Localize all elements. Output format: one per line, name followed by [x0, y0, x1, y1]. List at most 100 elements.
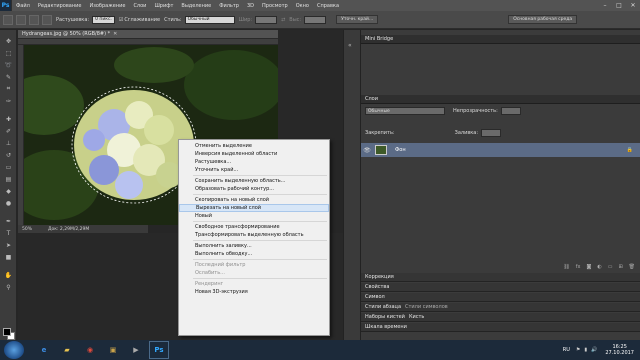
context-menu-item[interactable]: Свободное трансформирование	[179, 223, 329, 231]
swap-icon[interactable]: ⇄	[281, 17, 285, 23]
layer-background[interactable]: 👁 Фон 🔒	[361, 143, 640, 157]
tab-paragraph-styles[interactable]: Стили абзаца Стили символов	[361, 303, 640, 312]
menu-filter[interactable]: Фильтр	[215, 3, 243, 9]
media-icon[interactable]: ▶	[126, 341, 146, 359]
zoom-tool-icon[interactable]: ⚲	[3, 282, 14, 292]
start-button[interactable]	[4, 341, 24, 359]
context-menu-item[interactable]: Отменить выделение	[179, 142, 329, 150]
menu-select[interactable]: Выделение	[177, 3, 215, 9]
hand-tool-icon[interactable]: ✋	[3, 270, 14, 280]
minimize-icon[interactable]: –	[598, 0, 612, 11]
context-menu-item[interactable]: Инверсия выделенной области	[179, 150, 329, 158]
eraser-tool-icon[interactable]: ▭	[3, 162, 14, 172]
close-tab-icon[interactable]: ✕	[110, 31, 117, 37]
add-selection-icon[interactable]	[29, 14, 39, 25]
close-icon[interactable]: ✕	[626, 0, 640, 11]
new-selection-icon[interactable]	[16, 14, 26, 25]
eyedropper-tool-icon[interactable]: ✑	[3, 96, 14, 106]
menu-help[interactable]: Справка	[313, 3, 343, 9]
fill-input[interactable]	[481, 129, 502, 137]
blend-mode-select[interactable]: Обычные	[365, 107, 445, 115]
adjustment-icon[interactable]: ◐	[597, 264, 601, 270]
link-layers-icon[interactable]: ⛓	[563, 264, 569, 270]
context-menu-item[interactable]: Вырезать на новый слой	[179, 204, 329, 212]
antialias-checkbox[interactable]: ☑	[119, 17, 123, 23]
type-tool-icon[interactable]: T	[3, 228, 14, 238]
brush-tool-icon[interactable]: ✐	[3, 126, 14, 136]
context-menu-item[interactable]: Новая 3D-экструзия	[179, 288, 329, 296]
flag-icon[interactable]: ⚑	[576, 347, 580, 353]
stamp-tool-icon[interactable]: ⊥	[3, 138, 14, 148]
context-menu-item[interactable]: Сохранить выделенную область...	[179, 177, 329, 185]
shape-tool-icon[interactable]: ■	[3, 252, 14, 262]
context-menu-item[interactable]: Уточнить край...	[179, 166, 329, 174]
tab-adjustments[interactable]: Коррекция	[361, 273, 640, 282]
quick-select-tool-icon[interactable]: ✎	[3, 72, 14, 82]
network-icon[interactable]: ▮	[584, 347, 587, 353]
move-tool-icon[interactable]: ✥	[3, 36, 14, 46]
photoshop-taskbar-icon[interactable]: Ps	[149, 341, 169, 359]
dodge-tool-icon[interactable]: ●	[3, 198, 14, 208]
new-layer-icon[interactable]: ⊞	[618, 264, 622, 270]
lasso-tool-icon[interactable]: ➰	[3, 60, 14, 70]
tab-character-styles-label[interactable]: Стили символов	[401, 304, 448, 310]
maximize-icon[interactable]: □	[612, 0, 626, 11]
menu-3d[interactable]: 3D	[243, 3, 258, 9]
refine-edge-button[interactable]: Уточн. край...	[336, 15, 379, 24]
menu-window[interactable]: Окно	[292, 3, 313, 9]
menu-image[interactable]: Изображение	[85, 3, 129, 9]
history-brush-tool-icon[interactable]: ↺	[3, 150, 14, 160]
marquee-tool-icon[interactable]	[3, 14, 13, 25]
pen-tool-icon[interactable]: ✒	[3, 216, 14, 226]
app-icon[interactable]: ▣	[103, 341, 123, 359]
fx-icon[interactable]: fx	[576, 264, 581, 270]
document-tab[interactable]: Hydrangeas.jpg @ 50% (RGB/8#) * ✕	[18, 30, 278, 39]
context-menu-item[interactable]: Выполнить заливку...	[179, 242, 329, 250]
zoom-level[interactable]: 50%	[18, 227, 40, 232]
volume-icon[interactable]: 🔊	[591, 347, 597, 353]
foreground-color-swatch[interactable]	[3, 328, 11, 336]
tab-character[interactable]: Символ	[361, 293, 640, 302]
feather-input[interactable]: 0 пикс.	[92, 15, 115, 24]
tab-brush-label[interactable]: Кисть	[405, 314, 424, 320]
context-menu-item[interactable]: Образовать рабочий контур...	[179, 185, 329, 193]
lock-label: Закрепить:	[365, 130, 395, 136]
subtract-selection-icon[interactable]	[42, 14, 52, 25]
context-menu-item[interactable]: Растушевка...	[179, 158, 329, 166]
tab-timeline[interactable]: Шкала времени	[361, 323, 640, 332]
ie-icon[interactable]: e	[34, 341, 54, 359]
collapse-icon[interactable]: «	[348, 42, 357, 50]
width-input[interactable]	[255, 15, 278, 24]
language-indicator[interactable]: RU	[563, 347, 570, 353]
visibility-eye-icon[interactable]: 👁	[361, 147, 373, 154]
layers-header[interactable]: Слои	[361, 95, 640, 104]
folder-icon[interactable]: ▭	[608, 264, 613, 270]
tab-properties[interactable]: Свойства	[361, 283, 640, 292]
style-select[interactable]: Обычный	[184, 15, 235, 24]
menu-layers[interactable]: Слои	[129, 3, 150, 9]
context-menu-item[interactable]: Скопировать на новый слой	[179, 196, 329, 204]
healing-tool-icon[interactable]: ✚	[3, 114, 14, 124]
menu-edit[interactable]: Редактирование	[34, 3, 86, 9]
context-menu-item[interactable]: Выполнить обводку...	[179, 250, 329, 258]
context-menu-item[interactable]: Новый	[179, 212, 329, 220]
context-menu-item[interactable]: Трансформировать выделенную область	[179, 231, 329, 239]
gradient-tool-icon[interactable]: ▤	[3, 174, 14, 184]
crop-tool-icon[interactable]: ⌗	[3, 84, 14, 94]
trash-icon[interactable]: 🗑	[629, 264, 635, 270]
path-select-tool-icon[interactable]: ➤	[3, 240, 14, 250]
blur-tool-icon[interactable]: ◆	[3, 186, 14, 196]
opacity-input[interactable]	[500, 107, 521, 115]
clock[interactable]: 16:25 27.10.2017	[605, 344, 634, 356]
menu-type[interactable]: Шрифт	[150, 3, 177, 9]
menu-view[interactable]: Просмотр	[258, 3, 292, 9]
chrome-icon[interactable]: ◉	[80, 341, 100, 359]
marquee-tool-icon[interactable]: ⬚	[3, 48, 14, 58]
mini-bridge-header[interactable]: Mini Bridge	[361, 35, 640, 44]
tab-brush-presets[interactable]: Наборы кистей Кисть	[361, 313, 640, 322]
workspace-select[interactable]: Основная рабочая среда	[508, 15, 578, 24]
height-input[interactable]	[304, 15, 327, 24]
menu-file[interactable]: Файл	[12, 3, 34, 9]
folder-icon[interactable]: ▰	[57, 341, 77, 359]
mask-icon[interactable]: ◙	[586, 264, 591, 270]
